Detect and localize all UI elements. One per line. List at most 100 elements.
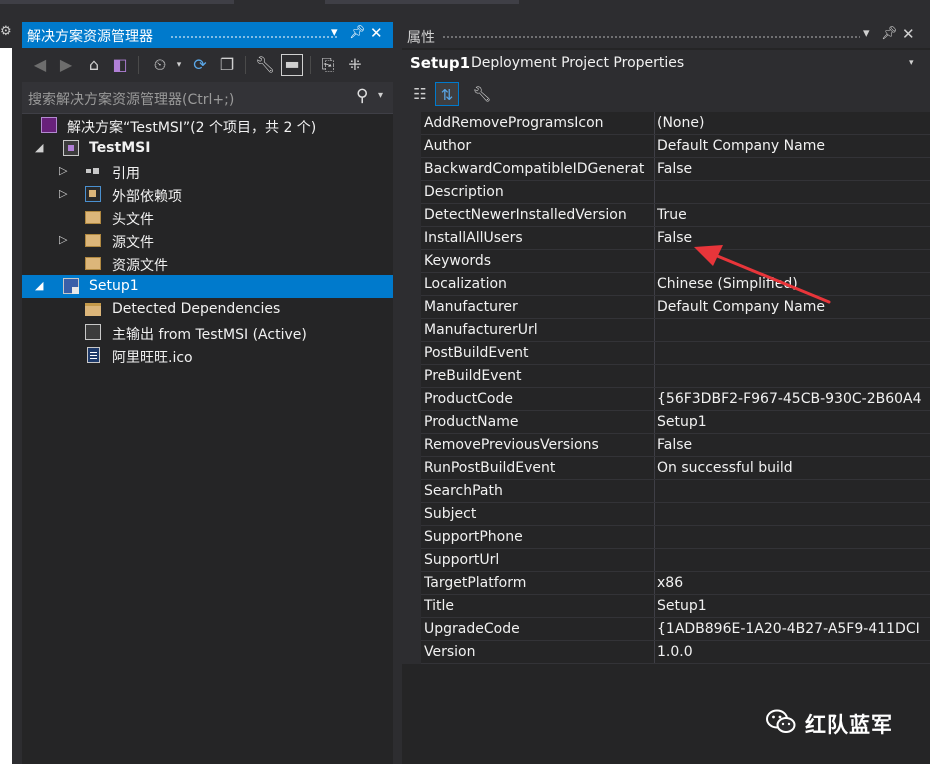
property-name: RemovePreviousVersions xyxy=(424,437,599,453)
window-position-dropdown-icon[interactable]: ▾ xyxy=(331,25,338,40)
property-row[interactable]: AddRemoveProgramsIcon (None) xyxy=(421,112,930,135)
property-row[interactable]: Version 1.0.0 xyxy=(421,641,930,664)
property-value[interactable]: x86 xyxy=(657,575,929,591)
property-row[interactable]: Keywords xyxy=(421,250,930,273)
close-icon[interactable]: ✕ xyxy=(370,24,383,42)
property-row[interactable]: UpgradeCode {1ADB896E-1A20-4B27-A5F9-411D… xyxy=(421,618,930,641)
collapse-all-icon[interactable]: ❐ xyxy=(216,54,238,76)
properties-panel: 属性 ▾ 📌︎ ✕ Setup1 Deployment Project Prop… xyxy=(402,22,930,764)
tree-item-header-files[interactable]: 头文件 xyxy=(22,206,393,229)
property-value[interactable]: On successful build xyxy=(657,460,929,476)
panel-splitter[interactable] xyxy=(393,22,402,764)
back-arrow-icon[interactable]: ◀ xyxy=(29,54,51,76)
object-selector[interactable]: Setup1 Deployment Project Properties ▾ xyxy=(402,50,930,78)
collapsed-arrow-icon[interactable]: ▷ xyxy=(59,164,67,177)
properties-titlebar[interactable]: 属性 ▾ 📌︎ ✕ xyxy=(402,22,930,48)
property-name: SupportUrl xyxy=(424,552,500,568)
property-row[interactable]: SearchPath xyxy=(421,480,930,503)
property-grid-gutter xyxy=(402,112,421,664)
tree-item-external-dependencies[interactable]: ▷ 外部依赖项 xyxy=(22,183,393,206)
property-row[interactable]: DetectNewerInstalledVersion True xyxy=(421,204,930,227)
property-row[interactable]: PreBuildEvent xyxy=(421,365,930,388)
folder-icon xyxy=(85,303,101,316)
property-row[interactable]: ProductCode {56F3DBF2-F967-45CB-930C-2B60… xyxy=(421,388,930,411)
window-position-dropdown-icon[interactable]: ▾ xyxy=(863,26,870,41)
column-divider xyxy=(654,388,655,411)
file-icon xyxy=(87,347,100,363)
column-divider xyxy=(654,641,655,664)
tree-item-setup1[interactable]: ◢ Setup1 xyxy=(22,275,393,298)
tree-item-testmsi[interactable]: ◢ TestMSI xyxy=(22,137,393,160)
switch-views-icon[interactable]: ◧ xyxy=(109,54,131,76)
filter-dropdown-icon[interactable]: ▾ xyxy=(168,54,190,76)
class-view-icon[interactable]: ⁜ xyxy=(344,54,366,76)
property-value[interactable]: {1ADB896E-1A20-4B27-A5F9-411DCI xyxy=(657,621,929,637)
property-value[interactable]: (None) xyxy=(657,115,929,131)
tree-item-solution[interactable]: 解决方案“TestMSI”(2 个项目，共 2 个) xyxy=(22,114,393,137)
property-row[interactable]: RunPostBuildEvent On successful build xyxy=(421,457,930,480)
collapsed-arrow-icon[interactable]: ▷ xyxy=(59,187,67,200)
property-row[interactable]: ProductName Setup1 xyxy=(421,411,930,434)
property-value[interactable]: Default Company Name xyxy=(657,138,929,154)
document-tab-edge-2[interactable] xyxy=(325,0,519,4)
search-icon[interactable]: ⚲ xyxy=(356,86,368,106)
property-row[interactable]: Title Setup1 xyxy=(421,595,930,618)
solution-search-box[interactable]: 搜索解决方案资源管理器(Ctrl+;) ⚲ ▾ xyxy=(22,82,393,114)
home-icon[interactable]: ⌂ xyxy=(83,54,105,76)
property-name: RunPostBuildEvent xyxy=(424,460,556,476)
properties-toolbar: ☷ ⇅ 🔧︎ xyxy=(402,78,930,112)
properties-wrench-icon[interactable]: 🔧︎ xyxy=(254,54,276,76)
property-row[interactable]: RemovePreviousVersions False xyxy=(421,434,930,457)
collapsed-arrow-icon[interactable]: ▷ xyxy=(59,233,67,246)
pin-icon[interactable]: 📌︎ xyxy=(881,26,898,41)
property-value[interactable]: {56F3DBF2-F967-45CB-930C-2B60A4 xyxy=(657,391,929,407)
solution-explorer-titlebar[interactable]: 解决方案资源管理器 ▾ 📌︎ ✕ xyxy=(22,22,393,48)
forward-arrow-icon[interactable]: ▶ xyxy=(55,54,77,76)
property-value[interactable]: False xyxy=(657,437,929,453)
property-row[interactable]: SupportPhone xyxy=(421,526,930,549)
left-editor-edge: ⚙ xyxy=(0,22,22,764)
pin-icon[interactable]: 📌︎ xyxy=(349,25,366,40)
property-value[interactable]: False xyxy=(657,161,929,177)
property-value[interactable]: Setup1 xyxy=(657,598,929,614)
column-divider xyxy=(654,411,655,434)
property-value[interactable]: True xyxy=(657,207,929,223)
property-row[interactable]: TargetPlatform x86 xyxy=(421,572,930,595)
close-icon[interactable]: ✕ xyxy=(902,25,915,43)
preview-selected-icon[interactable]: ▬ xyxy=(281,54,303,76)
tree-item-detected-dependencies[interactable]: Detected Dependencies xyxy=(22,298,393,321)
search-options-dropdown-icon[interactable]: ▾ xyxy=(378,90,383,101)
property-row[interactable]: Author Default Company Name xyxy=(421,135,930,158)
property-row[interactable]: PostBuildEvent xyxy=(421,342,930,365)
property-row[interactable]: ManufacturerUrl xyxy=(421,319,930,342)
column-divider xyxy=(654,618,655,641)
property-row[interactable]: InstallAllUsers False xyxy=(421,227,930,250)
gear-icon[interactable]: ⚙ xyxy=(0,24,12,39)
categorized-view-icon[interactable]: ☷ xyxy=(408,82,432,106)
tree-item-source-files[interactable]: ▷ 源文件 xyxy=(22,229,393,252)
property-row[interactable]: Localization Chinese (Simplified) xyxy=(421,273,930,296)
tree-item-primary-output[interactable]: 主输出 from TestMSI (Active) xyxy=(22,321,393,344)
solution-explorer-toolbar: ◀ ▶ ⌂ ◧ ⏲ ▾ ⟳ ❐ 🔧︎ ▬ ⎘ ⁜ xyxy=(22,48,393,82)
chevron-down-icon[interactable]: ▾ xyxy=(909,58,914,68)
document-tab-edge[interactable] xyxy=(0,0,234,4)
tree-item-references[interactable]: ▷ 引用 xyxy=(22,160,393,183)
view-code-icon[interactable]: ⎘ xyxy=(317,54,339,76)
property-row[interactable]: SupportUrl xyxy=(421,549,930,572)
property-value[interactable]: 1.0.0 xyxy=(657,644,929,660)
property-row[interactable]: BackwardCompatibleIDGenerat False xyxy=(421,158,930,181)
tree-item-ico-file[interactable]: 阿里旺旺.ico xyxy=(22,344,393,367)
search-input[interactable]: 搜索解决方案资源管理器(Ctrl+;) xyxy=(28,89,234,109)
sync-icon[interactable]: ⟳ xyxy=(189,54,211,76)
property-pages-wrench-icon[interactable]: 🔧︎ xyxy=(470,82,494,106)
property-value[interactable]: Setup1 xyxy=(657,414,929,430)
column-divider xyxy=(654,158,655,181)
property-row[interactable]: Subject xyxy=(421,503,930,526)
property-row[interactable]: Description xyxy=(421,181,930,204)
expanded-arrow-icon[interactable]: ◢ xyxy=(35,279,43,292)
tree-item-resource-files[interactable]: 资源文件 xyxy=(22,252,393,275)
expanded-arrow-icon[interactable]: ◢ xyxy=(35,141,43,154)
alphabetical-view-icon[interactable]: ⇅ xyxy=(435,82,459,106)
property-row[interactable]: Manufacturer Default Company Name xyxy=(421,296,930,319)
column-divider xyxy=(654,503,655,526)
